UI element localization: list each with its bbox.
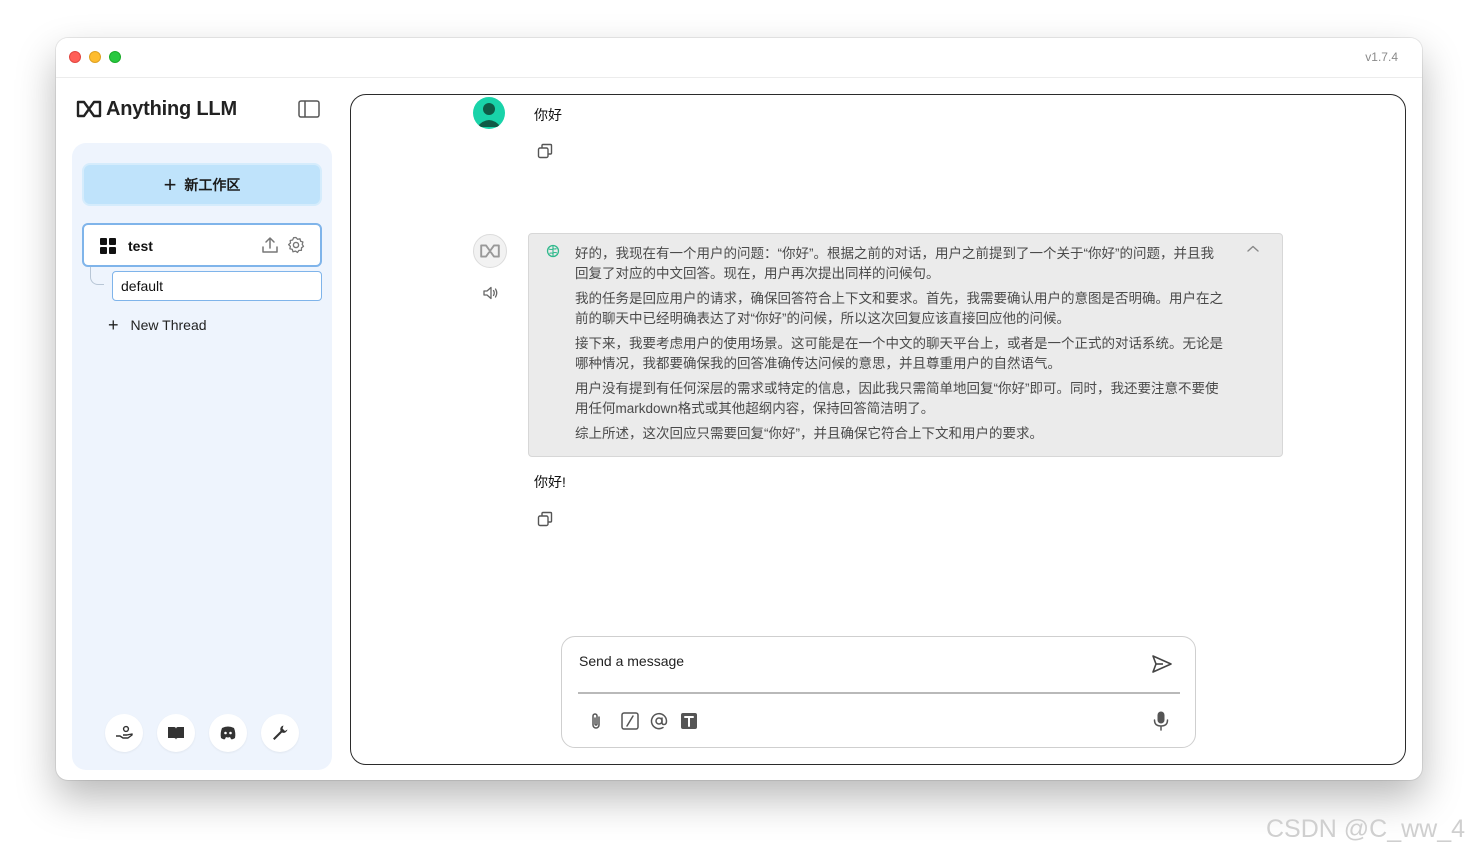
user-icon	[477, 103, 501, 127]
sidebar-toggle-icon[interactable]	[298, 100, 320, 118]
upload-icon[interactable]	[261, 236, 279, 254]
message-input[interactable]	[579, 649, 1139, 673]
composer-divider	[578, 692, 1180, 694]
message-composer	[561, 636, 1196, 748]
community-hub-button[interactable]	[105, 714, 143, 752]
microphone-icon[interactable]	[1151, 710, 1171, 732]
settings-button[interactable]	[261, 714, 299, 752]
reasoning-paragraph: 接下来，我要考虑用户的使用场景。这可能是在一个中文的聊天平台上，或者是一个正式的…	[575, 336, 1223, 371]
slash-command-icon[interactable]	[620, 711, 640, 731]
reasoning-paragraph: 我的任务是回应用户的请求，确保回答符合上下文和要求。首先，我需要确认用户的意图是…	[575, 291, 1223, 326]
workspace-item-test[interactable]: test	[82, 223, 322, 267]
new-workspace-label: 新工作区	[184, 176, 241, 193]
app-window: v1.7.4 Anything LLM + 新工作区 test default …	[56, 38, 1422, 780]
reasoning-paragraph: 用户没有提到有任何深层的需求或特定的信息，因此我只需简单地回复“你好”即可。同时…	[575, 381, 1219, 416]
brain-icon	[546, 244, 560, 258]
reasoning-paragraph: 综上所述，这次回应只需要回复“你好”，并且确保它符合上下文和用户的要求。	[575, 426, 1043, 441]
workspace-grid-icon	[100, 238, 116, 254]
plus-icon: +	[163, 171, 177, 197]
reasoning-paragraph: 好的，我现在有一个用户的问题：“你好”。根据之前的对话，用户之前提到了一个关于“…	[575, 246, 1214, 281]
thread-item-default[interactable]: default	[112, 271, 322, 301]
assistant-answer: 你好!	[534, 474, 566, 490]
brand-logo: Anything LLM	[76, 96, 237, 122]
new-thread-button[interactable]: + New Thread	[108, 316, 207, 334]
assistant-avatar	[473, 234, 507, 268]
docs-icon	[168, 727, 184, 740]
watermark: CSDN @C_ww_4	[1266, 815, 1466, 843]
speaker-icon[interactable]	[482, 285, 500, 301]
plus-icon: +	[108, 315, 119, 335]
anythingllm-logo-icon	[76, 100, 102, 118]
user-avatar	[473, 97, 505, 129]
workspace-name: test	[128, 238, 153, 254]
chevron-up-icon[interactable]	[1246, 244, 1260, 254]
new-thread-label: New Thread	[130, 317, 207, 333]
version-label: v1.7.4	[1365, 50, 1398, 64]
thread-connector-line	[90, 267, 104, 285]
brand-name: Anything LLM	[106, 97, 237, 120]
chat-panel: 你好 好的，我现在有一个用户的问题：“你好”。根据之前的对话，用户之前提到了一个…	[350, 94, 1406, 765]
sidebar: + 新工作区 test default + New Thread	[72, 143, 332, 770]
new-workspace-button[interactable]: + 新工作区	[82, 163, 322, 206]
send-icon[interactable]	[1151, 653, 1173, 675]
close-window-button[interactable]	[69, 51, 81, 63]
maximize-window-button[interactable]	[109, 51, 121, 63]
discord-icon	[220, 726, 236, 740]
gear-icon[interactable]	[287, 236, 305, 254]
copy-icon[interactable]	[537, 143, 553, 159]
user-message: 你好	[534, 107, 562, 123]
text-format-icon[interactable]	[679, 711, 699, 731]
sidebar-footer	[105, 714, 313, 752]
anythingllm-logo-icon	[480, 244, 500, 258]
docs-button[interactable]	[157, 714, 195, 752]
minimize-window-button[interactable]	[89, 51, 101, 63]
settings-wrench-icon	[273, 725, 288, 740]
community-hub-icon	[116, 725, 133, 739]
reasoning-box[interactable]: 好的，我现在有一个用户的问题：“你好”。根据之前的对话，用户之前提到了一个关于“…	[528, 233, 1283, 457]
paperclip-icon[interactable]	[586, 711, 606, 731]
at-mention-icon[interactable]	[649, 711, 669, 731]
title-bar: v1.7.4	[56, 38, 1422, 78]
discord-button[interactable]	[209, 714, 247, 752]
copy-icon[interactable]	[537, 511, 553, 527]
